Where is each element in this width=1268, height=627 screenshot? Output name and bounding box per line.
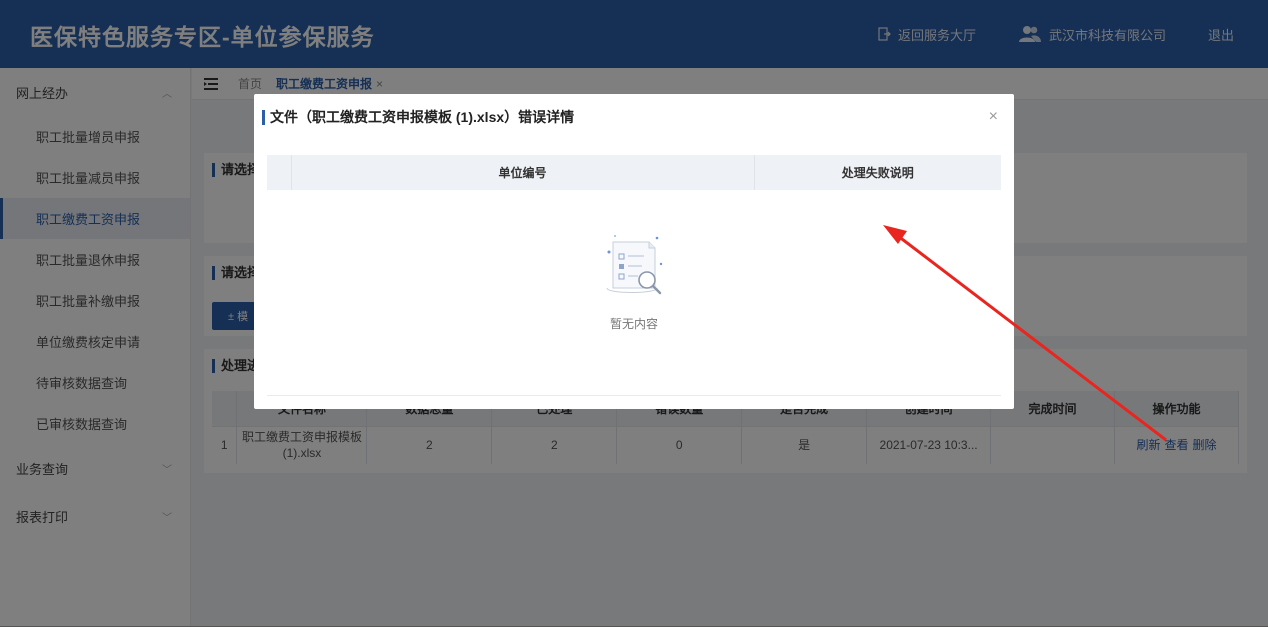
- empty-document-search-icon: [606, 235, 663, 295]
- column-header: 单位编号: [291, 155, 755, 190]
- divider: [267, 395, 1001, 396]
- column-header: 处理失败说明: [754, 155, 1001, 190]
- table-header-row: 单位编号 处理失败说明: [267, 155, 1001, 190]
- close-icon[interactable]: ×: [989, 108, 998, 126]
- column-header: [267, 155, 292, 190]
- error-detail-dialog: 文件（职工缴费工资申报模板 (1).xlsx）错误详情 × 单位编号 处理失败说…: [254, 94, 1014, 409]
- empty-text: 暂无内容: [609, 317, 658, 331]
- error-table: 单位编号 处理失败说明: [267, 155, 1001, 190]
- dialog-title: 文件（职工缴费工资申报模板 (1).xlsx）错误详情: [262, 110, 574, 125]
- empty-state: 暂无内容: [254, 234, 1014, 332]
